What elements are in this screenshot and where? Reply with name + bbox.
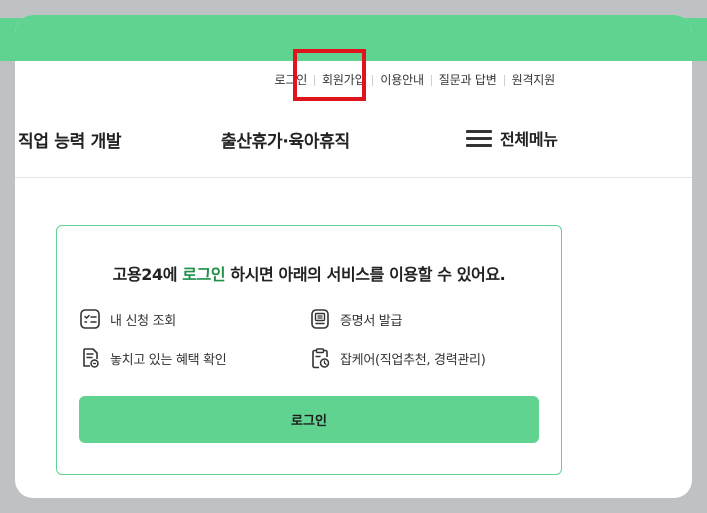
util-qna-link[interactable]: 질문과 답변: [432, 73, 504, 87]
util-guide-link[interactable]: 이용안내: [373, 73, 430, 87]
util-signup-link[interactable]: 회원가입: [315, 73, 372, 87]
service-missed-benefits: 놓치고 있는 혜택 확인: [79, 347, 227, 369]
util-remote-support-link[interactable]: 원격지원: [505, 73, 562, 87]
main-nav: 직업 능력 개발 출산휴가·육아휴직 전체메뉴: [15, 127, 692, 153]
title-prefix: 고용24에: [112, 265, 183, 284]
all-menu-label: 전체메뉴: [500, 130, 558, 149]
all-menu-button[interactable]: 전체메뉴: [466, 126, 558, 150]
service-label: 잡케어(직업추천, 경력관리): [340, 352, 486, 368]
document-search-icon: [79, 347, 101, 369]
service-my-applications: 내 신청 조회: [79, 308, 176, 330]
page-card: 로그인 회원가입 이용안내 질문과 답변 원격지원 직업 능력 개발 출산휴가·…: [15, 15, 692, 498]
title-suffix: 하시면 아래의 서비스를 이용할 수 있어요.: [225, 265, 506, 284]
hamburger-icon: [466, 128, 492, 148]
util-login-link[interactable]: 로그인: [268, 73, 315, 87]
top-banner: [15, 15, 692, 61]
nav-item-job-skills[interactable]: 직업 능력 개발: [18, 127, 122, 152]
service-jobcare: 잡케어(직업추천, 경력관리): [309, 347, 486, 369]
utility-nav: 로그인 회원가입 이용안내 질문과 답변 원격지원: [15, 73, 562, 87]
login-panel-title: 고용24에 로그인 하시면 아래의 서비스를 이용할 수 있어요.: [57, 261, 561, 285]
header-divider: [15, 177, 692, 178]
login-button[interactable]: 로그인: [79, 396, 539, 443]
service-label: 놓치고 있는 혜택 확인: [110, 352, 227, 368]
title-accent: 로그인: [182, 265, 226, 284]
login-prompt-panel: 고용24에 로그인 하시면 아래의 서비스를 이용할 수 있어요. 내 신청 조…: [56, 225, 562, 475]
clipboard-clock-icon: [309, 347, 331, 369]
certificate-icon: [309, 308, 331, 330]
checklist-icon: [79, 308, 101, 330]
service-label: 증명서 발급: [340, 313, 403, 329]
service-label: 내 신청 조회: [110, 313, 176, 329]
nav-item-parental-leave[interactable]: 출산휴가·육아휴직: [221, 127, 350, 152]
service-certificate-issue: 증명서 발급: [309, 308, 402, 330]
